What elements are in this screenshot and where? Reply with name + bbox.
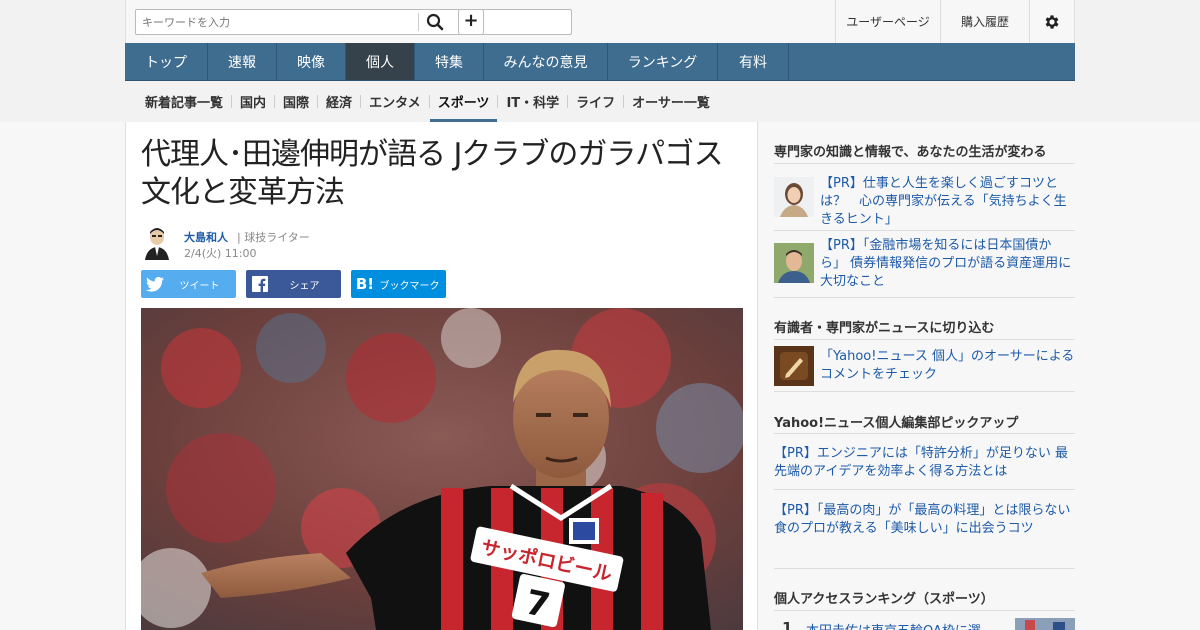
cat-economy[interactable]: 経済	[318, 81, 360, 122]
ranking-photo-icon	[1015, 618, 1075, 630]
article-photo[interactable]: サッポロビール 7	[141, 308, 743, 630]
pickup-link[interactable]: 【PR】エンジニアには「特許分析」が足りない 最先端のアイデアを効率よく得る方法…	[774, 445, 1075, 481]
author-name[interactable]: 大島和人	[184, 229, 228, 245]
divider	[774, 163, 1075, 164]
comment-thumbnail	[774, 346, 814, 386]
purchase-history-link[interactable]: 購入履歴	[940, 0, 1029, 43]
main-nav: トップ 速報 映像 個人 特集 みんなの意見 ランキング 有料	[125, 43, 1075, 81]
nav-breaking[interactable]: 速報	[208, 43, 277, 80]
cat-life[interactable]: ライフ	[568, 81, 623, 122]
sidebar: 専門家の知識と情報で、あなたの生活が変わる 【PR】仕事と人生を楽しく過ごすコツ…	[774, 122, 1083, 630]
ranking-link[interactable]: 本田圭佑は東京五輪OA枠に選	[806, 620, 981, 630]
cat-sports[interactable]: スポーツ	[429, 81, 498, 122]
add-button[interactable]: +	[458, 9, 484, 35]
pr-thumbnail	[774, 243, 814, 283]
divider	[774, 568, 1075, 569]
category-nav: 新着記事一覧 国内 国際 経済 エンタメ スポーツ IT・科学 ライフ オーサー…	[125, 81, 1075, 122]
person-photo-icon	[774, 243, 814, 283]
nav-video[interactable]: 映像	[277, 43, 346, 80]
divider	[774, 489, 1075, 490]
divider	[774, 230, 1075, 231]
facebook-share-label: シェア	[289, 280, 320, 292]
facebook-icon	[252, 276, 268, 292]
author-portrait-icon	[141, 226, 173, 260]
user-page-link[interactable]: ユーザーページ	[835, 0, 940, 43]
sidebar-section-title: Yahoo!ニュース個人編集部ピックアップ	[774, 416, 1019, 431]
cat-it-science[interactable]: IT・科学	[498, 81, 567, 122]
nav-top[interactable]: トップ	[125, 43, 208, 80]
divider	[774, 433, 1075, 434]
search-button[interactable]	[423, 10, 447, 34]
divider	[774, 391, 1075, 392]
sidebar-section-title: 専門家の知識と情報で、あなたの生活が変わる	[774, 145, 1047, 160]
ranking-thumbnail	[1015, 618, 1075, 630]
sidebar-pr-item[interactable]: 【PR】「金融市場を知るには日本国債から」 債券情報発信のプロが語る資産運用に大…	[774, 237, 1075, 297]
nav-feature[interactable]: 特集	[415, 43, 484, 80]
cat-world[interactable]: 国際	[275, 81, 317, 122]
divider	[774, 297, 1075, 298]
twitter-icon	[146, 276, 164, 292]
search-icon	[426, 13, 444, 31]
cat-authors[interactable]: オーサー一覧	[624, 81, 718, 122]
divider	[774, 610, 1075, 611]
pr-link[interactable]: 【PR】「金融市場を知るには日本国債から」 債券情報発信のプロが語る資産運用に大…	[820, 237, 1075, 291]
comment-link[interactable]: 「Yahoo!ニュース 個人」のオーサーによるコメントをチェック	[820, 348, 1075, 384]
sidebar-section-title: 個人アクセスランキング（スポーツ）	[774, 592, 994, 607]
sidebar-pr-item[interactable]: 【PR】仕事と人生を楽しく過ごすコツとは？ 心の専門家が伝える「気持ちよく生きる…	[774, 175, 1075, 235]
nav-paid[interactable]: 有料	[718, 43, 789, 80]
ranking-item[interactable]: 1 本田圭佑は東京五輪OA枠に選	[774, 616, 1075, 630]
hatena-bookmark-label: ブックマーク	[379, 280, 440, 292]
tweet-button[interactable]: ツイート	[141, 270, 236, 298]
search-box	[135, 9, 572, 35]
search-divider	[418, 13, 419, 31]
cat-domestic[interactable]: 国内	[232, 81, 274, 122]
person-photo-icon	[774, 177, 814, 217]
sidebar-comment-item[interactable]: 「Yahoo!ニュース 個人」のオーサーによるコメントをチェック	[774, 346, 1075, 390]
nav-opinion[interactable]: みんなの意見	[484, 43, 608, 80]
search-input[interactable]	[136, 10, 418, 34]
nav-ranking[interactable]: ランキング	[608, 43, 718, 80]
sidebar-section-title: 有識者・専門家がニュースに切り込む	[774, 321, 995, 336]
rank-number: 1	[782, 619, 793, 630]
tweet-label: ツイート	[179, 280, 220, 292]
facebook-share-button[interactable]: シェア	[246, 270, 341, 298]
settings-button[interactable]	[1029, 0, 1074, 43]
pickup-link[interactable]: 【PR】「最高の肉」が「最高の料理」とは限らない 食のプロが教える「美味しい」に…	[774, 502, 1083, 538]
divider	[774, 339, 1075, 340]
cat-entertainment[interactable]: エンタメ	[361, 81, 429, 122]
cat-latest[interactable]: 新着記事一覧	[137, 81, 231, 122]
hatena-bookmark-button[interactable]: B! ブックマーク	[351, 270, 446, 298]
author-avatar[interactable]	[141, 226, 173, 260]
author-role: | 球技ライター	[237, 231, 310, 244]
hatena-bookmark-icon: B!	[355, 275, 375, 293]
gear-icon	[1045, 14, 1059, 29]
pr-thumbnail	[774, 177, 814, 217]
article: 代理人･田邊伸明が語る Jクラブのガラパゴス文化と変革方法 大島和人 | 球技ラ…	[125, 122, 758, 630]
article-title: 代理人･田邊伸明が語る Jクラブのガラパゴス文化と変革方法	[141, 137, 724, 210]
global-header: + ユーザーページ 購入履歴	[125, 0, 1075, 43]
article-date: 2/4(火) 11:00	[184, 247, 257, 260]
nav-individual[interactable]: 個人	[346, 43, 415, 80]
pr-link[interactable]: 【PR】仕事と人生を楽しく過ごすコツとは？ 心の専門家が伝える「気持ちよく生きる…	[820, 175, 1075, 229]
comment-pen-icon	[774, 346, 814, 386]
soccer-player-photo: サッポロビール 7	[141, 308, 743, 630]
